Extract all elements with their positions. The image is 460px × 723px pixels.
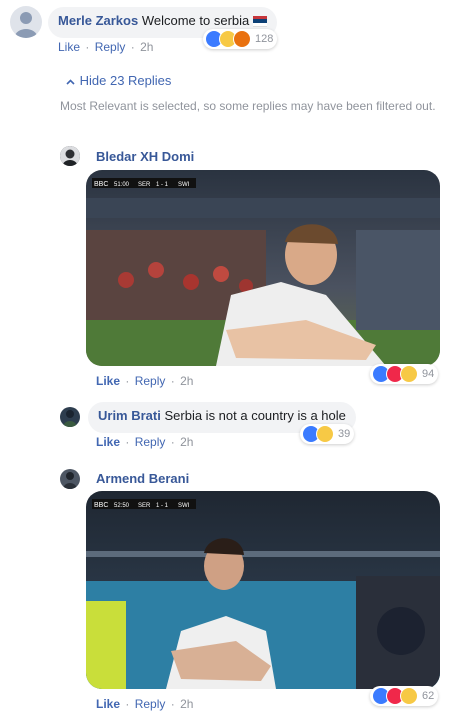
haha-reaction-icon (400, 365, 418, 383)
profile-photo-icon (60, 407, 80, 427)
reply-author[interactable]: Bledar XH Domi (96, 149, 194, 164)
filter-notice: Most Relevant is selected, so some repli… (60, 99, 436, 113)
angry-reaction-icon (233, 30, 251, 48)
reply-link[interactable]: Reply (95, 40, 126, 54)
football-celebration-image: BBC 51:00 SER 1 - 1 SWI (86, 170, 440, 366)
scoreboard-home: SER (138, 182, 151, 188)
reply-author[interactable]: Urim Brati (98, 408, 161, 423)
haha-reaction-icon (400, 687, 418, 705)
chevron-up-icon (66, 73, 76, 88)
football-celebration-image: BBC 52:50 SER 1 - 1 SWI (86, 491, 440, 689)
comment-reactions[interactable]: 128 (203, 29, 278, 49)
default-avatar-icon (14, 12, 38, 38)
reply-reactions[interactable]: 94 (370, 364, 439, 384)
scoreboard-time: 52:50 (114, 503, 130, 509)
reply-text: Serbia is not a country is a hole (164, 408, 346, 423)
serbia-flag-icon (252, 16, 267, 27)
scoreboard-away: SWI (178, 182, 190, 188)
like-link[interactable]: Like (58, 40, 80, 54)
reply-time[interactable]: 2h (180, 697, 193, 711)
comment-time[interactable]: 2h (140, 40, 153, 54)
scoreboard-channel: BBC (94, 502, 108, 509)
reply-link[interactable]: Reply (135, 374, 166, 388)
scoreboard-away: SWI (178, 503, 190, 509)
reply-time[interactable]: 2h (180, 374, 193, 388)
scoreboard-score: 1 - 1 (156, 182, 169, 188)
reply-author[interactable]: Armend Berani (96, 471, 189, 486)
reply-avatar[interactable] (60, 146, 80, 166)
reply-avatar[interactable] (60, 469, 80, 489)
comment-actions: Like · Reply · 2h (58, 40, 154, 54)
comment-author[interactable]: Merle Zarkos (58, 13, 138, 28)
scoreboard-score: 1 - 1 (156, 503, 169, 509)
haha-reaction-icon (316, 425, 334, 443)
reply-reactions[interactable]: 39 (300, 424, 355, 444)
reply-link[interactable]: Reply (135, 435, 166, 449)
like-link[interactable]: Like (96, 374, 120, 388)
reaction-count: 39 (338, 428, 351, 440)
like-link[interactable]: Like (96, 435, 120, 449)
hide-replies-label: Hide 23 Replies (79, 73, 172, 88)
reaction-count: 94 (422, 368, 435, 380)
reply-avatar[interactable] (60, 407, 80, 427)
comment-text: Welcome to serbia (141, 13, 250, 28)
reply-reactions[interactable]: 62 (370, 686, 439, 706)
reply-gif[interactable]: BBC 51:00 SER 1 - 1 SWI (86, 170, 440, 366)
hide-replies-button[interactable]: Hide 23 Replies (66, 73, 171, 88)
reaction-count: 62 (422, 690, 435, 702)
reply-actions: Like · Reply · 2h (96, 374, 194, 388)
scoreboard-home: SER (138, 503, 151, 509)
reaction-count: 128 (255, 33, 274, 45)
like-link[interactable]: Like (96, 697, 120, 711)
scoreboard-time: 51:00 (114, 182, 130, 188)
reply-time[interactable]: 2h (180, 435, 193, 449)
reply-actions: Like · Reply · 2h (96, 697, 194, 711)
commenter-avatar[interactable] (10, 6, 42, 38)
profile-photo-icon (60, 469, 80, 489)
scoreboard-channel: BBC (94, 181, 108, 188)
profile-photo-icon (60, 146, 80, 166)
reply-link[interactable]: Reply (135, 697, 166, 711)
reply-gif[interactable]: BBC 52:50 SER 1 - 1 SWI (86, 491, 440, 689)
reply-actions: Like · Reply · 2h (96, 435, 194, 449)
